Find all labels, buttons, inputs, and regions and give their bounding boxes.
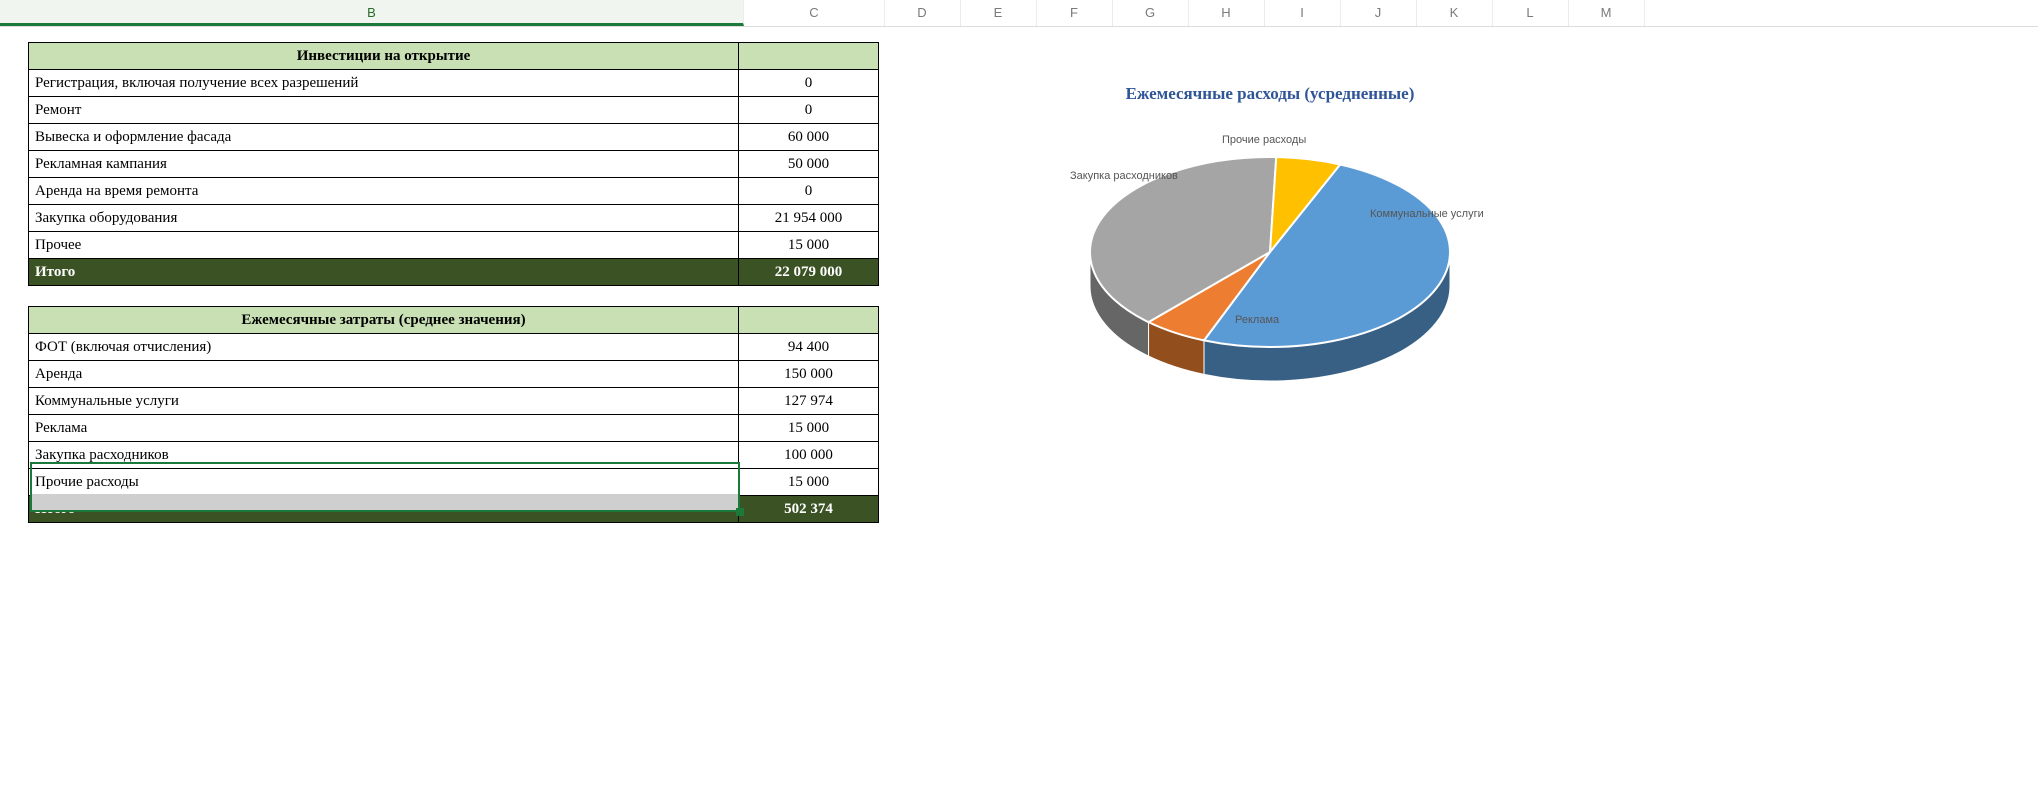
table-row-label[interactable]: Вывеска и оформление фасада [29,124,739,151]
column-header-C[interactable]: C [744,0,885,26]
table-investments-title[interactable]: Инвестиции на открытие [29,43,739,70]
table-row-label[interactable]: Реклама [29,415,739,442]
table-monthly-costs-total-value[interactable]: 502 374 [739,496,879,523]
table-row-value[interactable]: 15 000 [739,415,879,442]
column-header-B[interactable]: B [0,0,744,26]
table-row-value[interactable]: 15 000 [739,232,879,259]
spreadsheet-viewport: B C D E F G H I J K L M Инвестиции на от… [0,0,2038,796]
table-investments-total-label[interactable]: Итого [29,259,739,286]
table-row-value[interactable]: 0 [739,97,879,124]
selection-handle[interactable] [736,508,744,516]
column-header-F[interactable]: F [1036,0,1113,26]
table-row-value[interactable]: 127 974 [739,388,879,415]
table-row-label[interactable]: Прочее [29,232,739,259]
chart-title: Ежемесячные расходы (усредненные) [1000,84,1540,104]
table-row-label[interactable]: Рекламная кампания [29,151,739,178]
table-row-value[interactable]: 150 000 [739,361,879,388]
cell-selection[interactable] [30,462,740,512]
table-row-value[interactable]: 100 000 [739,442,879,469]
chart-slice-label: Коммунальные услуги [1370,208,1484,220]
column-header-D[interactable]: D [884,0,961,26]
table-row-label[interactable]: Ремонт [29,97,739,124]
table-row-value[interactable]: 21 954 000 [739,205,879,232]
table-row-label[interactable]: Регистрация, включая получение всех разр… [29,70,739,97]
chart-slice-label: Прочие расходы [1222,134,1306,146]
column-header-bar: B C D E F G H I J K L M [0,0,2038,27]
table-monthly-costs-title-blank[interactable] [739,307,879,334]
chart-slice-label: Реклама [1235,314,1279,326]
chart-slice-label: Закупка расходников [1070,170,1178,182]
table-row-label[interactable]: ФОТ (включая отчисления) [29,334,739,361]
table-row-value[interactable]: 0 [739,70,879,97]
column-header-E[interactable]: E [960,0,1037,26]
table-row-label[interactable]: Аренда на время ремонта [29,178,739,205]
column-header-K[interactable]: K [1416,0,1493,26]
table-monthly-costs-title[interactable]: Ежемесячные затраты (среднее значения) [29,307,739,334]
table-investments: Инвестиции на открытие Регистрация, вклю… [28,42,879,286]
table-row-value[interactable]: 15 000 [739,469,879,496]
table-row-value[interactable]: 50 000 [739,151,879,178]
column-header-H[interactable]: H [1188,0,1265,26]
table-row-label[interactable]: Коммунальные услуги [29,388,739,415]
selection-border [30,462,740,512]
table-row-label[interactable]: Закупка оборудования [29,205,739,232]
column-header-I[interactable]: I [1264,0,1341,26]
chart-monthly-expenses[interactable]: Ежемесячные расходы (усредненные) Коммун… [1000,70,1540,410]
table-investments-title-blank[interactable] [739,43,879,70]
column-header-G[interactable]: G [1112,0,1189,26]
table-row-value[interactable]: 0 [739,178,879,205]
column-header-M[interactable]: M [1568,0,1645,26]
column-header-L[interactable]: L [1492,0,1569,26]
table-investments-total-value[interactable]: 22 079 000 [739,259,879,286]
table-row-value[interactable]: 60 000 [739,124,879,151]
table-row-value[interactable]: 94 400 [739,334,879,361]
column-header-J[interactable]: J [1340,0,1417,26]
table-row-label[interactable]: Аренда [29,361,739,388]
